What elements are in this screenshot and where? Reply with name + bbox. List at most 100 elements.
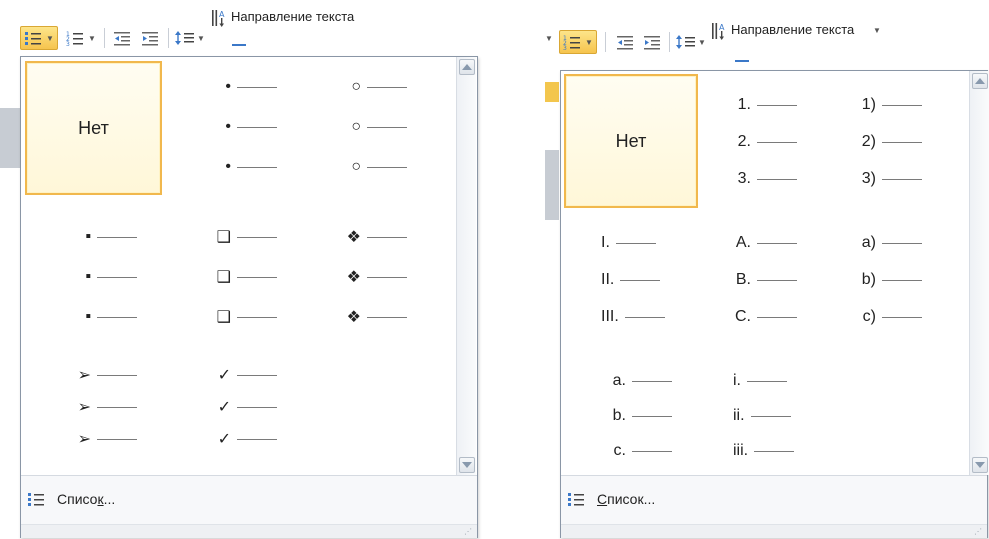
text-direction-icon: A [712,23,725,40]
number-marker: 3. [737,170,751,187]
text-direction-label[interactable]: Направление текста [231,9,354,24]
list-item: ❑ [211,267,277,287]
increase-indent-button[interactable] [640,30,664,54]
text-direction-label[interactable]: Направление текста [731,22,854,37]
scroll-down-button[interactable] [972,457,988,473]
bullet-marker: ○ [351,158,361,175]
resize-grip[interactable]: ⋰ [561,524,987,538]
numbering-option-decimal-paren[interactable]: 1) 2) 3) [856,95,961,195]
numbered-list-icon: 1 2 3 [66,31,84,46]
numbering-option-decimal-dot[interactable]: 1. 2. 3. [731,95,831,195]
list-item: a. [606,371,672,391]
decrease-indent-button[interactable] [110,26,134,50]
svg-text:3: 3 [563,45,567,50]
list-item: ❖ [341,227,407,247]
bullet-marker: ❑ [216,229,231,246]
chevron-down-icon: ▼ [585,37,593,47]
bullet-option-diamond[interactable]: ❖ ❖ ❖ [341,227,441,337]
gallery-scrollbar[interactable] [456,57,476,475]
list-item: 3) [856,169,922,189]
number-marker: a. [612,372,626,389]
numbering-button[interactable]: 1 2 3 ▼ [62,26,100,50]
list-item: • [211,157,277,177]
bullet-marker: ❖ [346,269,361,286]
text-line [882,141,922,143]
text-line [632,415,672,417]
decrease-indent-button[interactable] [613,30,637,54]
text-direction-button[interactable]: A [210,7,230,29]
number-marker: II. [601,271,615,288]
numbering-library-dropdown: Нет 1. 2. 3. 1) 2) 3) I. II. III. A. B. … [560,70,989,538]
number-marker: 3) [861,170,876,187]
list-item: 3. [731,169,797,189]
numbered-list-icon: 1 2 3 [563,35,581,50]
text-line [237,406,277,408]
gallery-scrollbar[interactable] [969,71,989,475]
list-menu-item[interactable]: Список... [567,487,655,511]
bullet-marker: ❑ [216,309,231,326]
text-line [237,438,277,440]
list-item: ✓ [211,429,277,449]
line-spacing-button[interactable]: ▼ [675,30,707,54]
separator [168,28,169,48]
list-item: i. [733,371,787,391]
chevron-down-icon: ▼ [545,34,553,43]
gallery-footer: Список... ⋰ [561,475,987,538]
scroll-up-button[interactable] [459,59,475,75]
scroll-down-button[interactable] [459,457,475,473]
list-item: 2. [731,132,797,152]
accelerator-key: С [597,491,608,507]
text-line [97,406,137,408]
list-item: ▪ [71,307,137,327]
resize-grip[interactable]: ⋰ [21,524,477,538]
separator [669,32,670,52]
grip-dots-icon: ⋰ [464,527,473,536]
number-marker: 2) [861,133,876,150]
text-line [367,236,407,238]
bullet-option-box[interactable]: ❑ ❑ ❑ [211,227,301,337]
text-line [367,126,407,128]
numbering-option-upper-alpha[interactable]: A. B. C. [731,233,831,333]
line-spacing-button[interactable]: ▼ [174,26,206,50]
text-line [882,178,922,180]
text-line [97,276,137,278]
number-marker: A. [735,234,751,251]
bullet-option-check[interactable]: ✓ ✓ ✓ [211,365,301,475]
numbering-option-lower-roman[interactable]: i. ii. iii. [733,371,833,471]
text-line [632,380,672,382]
numbering-option-lower-alpha[interactable]: a. b. c. [606,371,711,471]
text-line [757,316,797,318]
list-item: C. [731,307,797,327]
text-line [237,126,277,128]
number-marker: b. [612,407,626,424]
number-marker: iii. [733,442,749,459]
list-item: ✓ [211,397,277,417]
numbering-option-upper-roman[interactable]: I. II. III. [601,233,711,333]
text-direction-button[interactable]: A [710,20,730,42]
list-item: a) [856,233,922,253]
scroll-up-button[interactable] [972,73,988,89]
bullet-marker: ➢ [77,367,91,384]
chevron-down-icon[interactable]: ▼ [873,26,881,35]
increase-indent-button[interactable] [138,26,162,50]
bullet-option-dot[interactable]: • • • [211,77,301,187]
align-text-icon [735,60,749,66]
bullets-button[interactable]: ▼ [20,26,58,50]
bullet-option-arrow[interactable]: ➢ ➢ ➢ [71,365,161,475]
list-item: c) [856,307,922,327]
bullet-list-icon [568,493,584,506]
list-menu-item[interactable]: Список... [27,487,115,511]
bullet-option-square[interactable]: ▪ ▪ ▪ [71,227,161,337]
window-edge [0,108,20,168]
numbering-button[interactable]: 1 2 3 ▼ [559,30,597,54]
label-text: ... [103,491,116,507]
bullet-option-circle[interactable]: ○ ○ ○ [341,77,441,187]
bullet-none-option[interactable]: Нет [25,61,162,195]
bullet-marker: ▪ [85,268,91,285]
text-line [882,316,922,318]
numbering-none-option[interactable]: Нет [564,74,698,208]
number-marker: ii. [733,407,745,424]
line-spacing-icon [175,31,195,45]
chevron-down-icon: ▼ [197,33,205,43]
numbering-option-lower-alpha-paren[interactable]: a) b) c) [856,233,961,333]
